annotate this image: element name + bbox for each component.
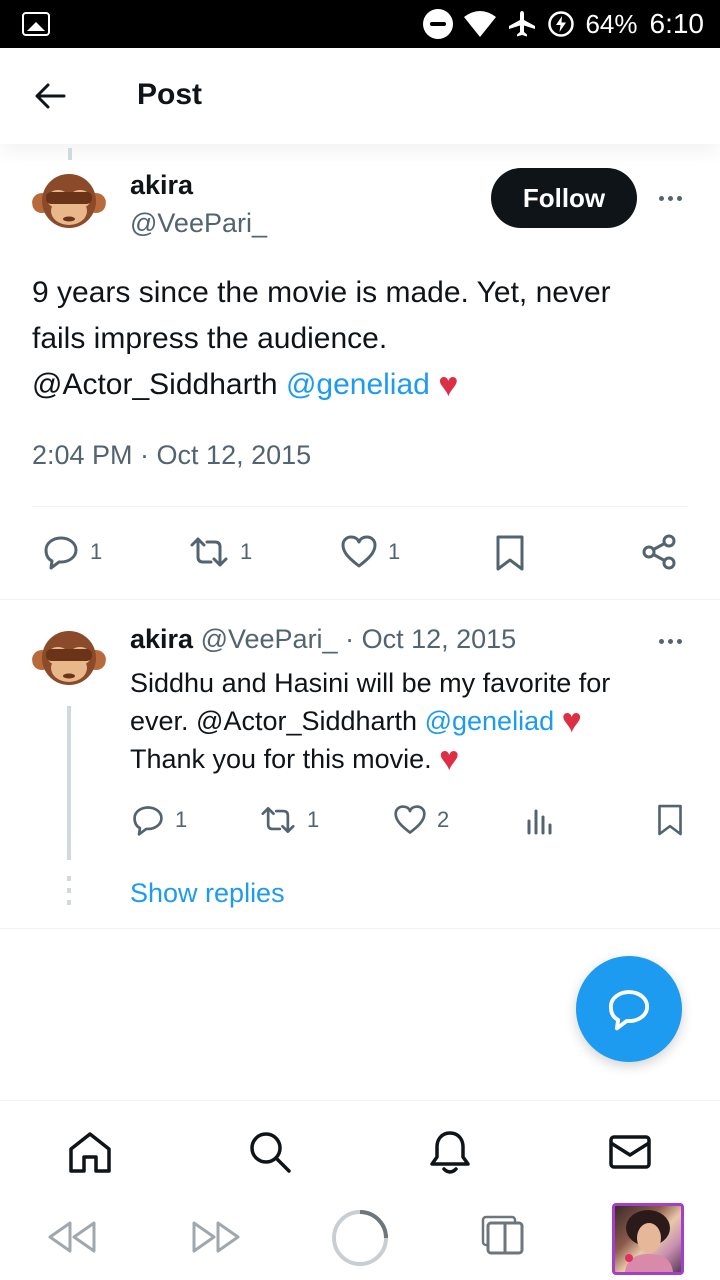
share-button[interactable] xyxy=(640,533,678,571)
rewind-icon xyxy=(48,1221,96,1253)
reply-text-prefix: ever. xyxy=(130,706,197,736)
divider xyxy=(0,599,720,600)
like-count: 2 xyxy=(437,807,450,832)
home-icon xyxy=(69,1132,111,1173)
page-title: Post xyxy=(137,78,203,111)
heart-emoji: ♥ xyxy=(561,702,582,740)
like-button[interactable]: 1 xyxy=(340,533,400,571)
heart-icon xyxy=(341,535,377,568)
fast-forward-button[interactable] xyxy=(190,1216,242,1258)
status-bar: 64% 6:10 xyxy=(0,0,720,48)
top-app-bar: Post xyxy=(0,48,720,144)
loading-indicator[interactable] xyxy=(330,1208,390,1268)
bottom-navigation xyxy=(0,1100,720,1196)
divider xyxy=(32,506,688,507)
repost-icon xyxy=(190,537,228,567)
airplane-mode-icon xyxy=(509,11,536,37)
monkey-avatar-icon xyxy=(32,174,106,228)
reply-like-button[interactable]: 2 xyxy=(393,803,449,837)
reply-bookmark-button[interactable] xyxy=(656,803,684,837)
wifi-icon xyxy=(464,11,497,37)
reply-repost-button[interactable]: 1 xyxy=(259,803,319,837)
thread-connector xyxy=(68,148,72,160)
reply-reply-button[interactable]: 1 xyxy=(131,803,187,837)
loading-spinner-icon xyxy=(332,1210,388,1266)
post-timestamp[interactable]: 2:04 PM · Oct 12, 2015 xyxy=(32,440,311,471)
repost-icon xyxy=(261,807,295,833)
bookmark-icon xyxy=(496,535,524,571)
bottom-toolbar xyxy=(0,1196,720,1280)
fast-forward-icon xyxy=(192,1221,240,1253)
more-replies-connector xyxy=(67,876,71,905)
more-options-button[interactable] xyxy=(652,186,688,210)
mention-actor-siddharth[interactable]: @Actor_Siddharth xyxy=(196,706,417,736)
thread-connector xyxy=(67,706,71,860)
search-icon xyxy=(250,1132,291,1173)
mention-geneliad[interactable]: @geneliad xyxy=(425,706,555,736)
reply-button[interactable]: 1 xyxy=(42,533,102,571)
share-icon xyxy=(642,534,676,570)
gallery-notification-icon xyxy=(22,12,50,36)
divider xyxy=(0,928,720,929)
battery-percentage: 64% xyxy=(585,8,638,39)
arrow-left-icon xyxy=(35,83,66,109)
reply-author-name[interactable]: akira xyxy=(130,624,193,654)
compose-reply-fab[interactable] xyxy=(576,956,682,1062)
reply-count: 1 xyxy=(90,539,103,564)
profile-photo-icon xyxy=(625,1210,673,1272)
post-text-line2: fails impress the audience. xyxy=(32,322,388,355)
monkey-avatar-icon xyxy=(32,631,106,685)
tabs-icon xyxy=(481,1215,524,1255)
reply-header: akira @VeePari_ · Oct 12, 2015 xyxy=(130,624,516,655)
reply-icon xyxy=(44,536,78,570)
post-text-line1: 9 years since the movie is made. Yet, ne… xyxy=(32,276,611,309)
mail-icon xyxy=(609,1135,651,1169)
mention-geneliad[interactable]: @geneliad xyxy=(286,368,430,401)
analytics-icon xyxy=(527,809,552,835)
reply-bubble-icon xyxy=(608,990,650,1031)
bookmark-icon xyxy=(658,804,682,836)
rewind-button[interactable] xyxy=(46,1216,98,1258)
nav-notifications[interactable] xyxy=(427,1129,473,1175)
reply-text-line3: Thank you for this movie. xyxy=(130,744,432,774)
author-name[interactable]: akira xyxy=(130,170,193,201)
author-handle[interactable]: @VeePari_ xyxy=(130,208,267,239)
reply-text: Siddhu and Hasini will be my favorite fo… xyxy=(130,664,690,778)
show-replies-link[interactable]: Show replies xyxy=(130,878,285,909)
reply-count: 1 xyxy=(175,807,188,832)
reply-avatar[interactable] xyxy=(32,620,106,694)
status-icons: 64% 6:10 xyxy=(423,0,704,48)
heart-icon xyxy=(394,805,426,834)
repost-button[interactable]: 1 xyxy=(188,533,252,571)
avatar[interactable] xyxy=(32,163,106,237)
clock: 6:10 xyxy=(649,8,705,39)
heart-emoji: ♥ xyxy=(438,366,459,404)
reply-text-line1: Siddhu and Hasini will be my favorite fo… xyxy=(130,668,611,698)
heart-emoji: ♥ xyxy=(439,740,460,778)
nav-home[interactable] xyxy=(67,1129,113,1175)
nav-messages[interactable] xyxy=(607,1129,653,1175)
tabs-button[interactable] xyxy=(478,1212,528,1258)
nav-search[interactable] xyxy=(247,1129,293,1175)
back-button[interactable] xyxy=(30,76,70,116)
bell-icon xyxy=(430,1131,470,1174)
reply-meta[interactable]: @VeePari_ · Oct 12, 2015 xyxy=(201,624,517,654)
profile-thumbnail[interactable] xyxy=(612,1203,684,1275)
like-count: 1 xyxy=(388,539,401,564)
mention-actor-siddharth[interactable]: @Actor_Siddharth xyxy=(32,368,278,401)
do-not-disturb-icon xyxy=(423,9,454,39)
reply-more-options-button[interactable] xyxy=(652,629,688,653)
post-text: 9 years since the movie is made. Yet, ne… xyxy=(32,270,692,408)
bookmark-button[interactable] xyxy=(494,534,526,572)
follow-button[interactable]: Follow xyxy=(491,168,637,228)
battery-saver-icon xyxy=(548,11,575,37)
reply-icon xyxy=(133,806,163,836)
repost-count: 1 xyxy=(307,807,320,832)
views-button[interactable] xyxy=(524,805,554,835)
repost-count: 1 xyxy=(240,539,253,564)
